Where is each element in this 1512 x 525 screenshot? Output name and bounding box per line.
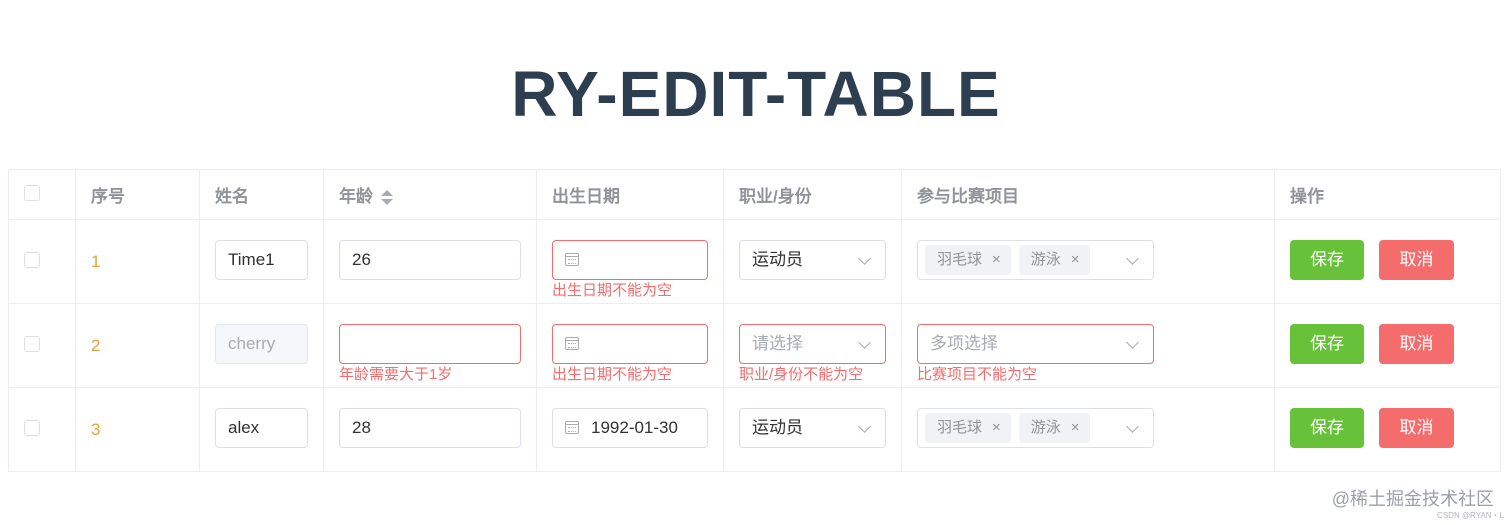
job-select[interactable]: 请选择 bbox=[739, 324, 886, 364]
job-select[interactable]: 运动员 bbox=[739, 240, 886, 280]
save-button[interactable]: 保存 bbox=[1290, 408, 1364, 448]
row-checkbox[interactable] bbox=[24, 420, 40, 436]
header-actions: 操作 bbox=[1274, 169, 1501, 220]
close-icon[interactable]: × bbox=[992, 245, 1001, 275]
watermark: @稀土掘金技术社区 bbox=[1331, 489, 1494, 509]
age-input[interactable] bbox=[339, 324, 521, 364]
sort-ascending-icon[interactable] bbox=[381, 189, 393, 196]
events-multi-select[interactable]: 多项选择 bbox=[917, 324, 1154, 364]
save-button[interactable]: 保存 bbox=[1290, 240, 1364, 280]
watermark-small: CSDN @RYAN・L bbox=[1437, 511, 1504, 520]
select-all-checkbox[interactable] bbox=[24, 185, 40, 201]
page-title: RY-EDIT-TABLE bbox=[511, 58, 1001, 130]
chevron-down-icon bbox=[1126, 252, 1139, 265]
chevron-down-icon bbox=[858, 420, 871, 433]
table-row: 2 cherry 年龄需要大于1岁 出生日期不能为空 请选择 职业/身份不能为空… bbox=[8, 303, 1501, 388]
age-input[interactable]: 26 bbox=[339, 240, 521, 280]
chevron-down-icon bbox=[1126, 336, 1139, 349]
birth-error-message: 出生日期不能为空 bbox=[552, 366, 673, 383]
row-checkbox[interactable] bbox=[24, 252, 40, 268]
events-select-placeholder: 多项选择 bbox=[930, 334, 998, 353]
row-index: 2 bbox=[91, 336, 101, 355]
job-select-placeholder: 请选择 bbox=[752, 334, 803, 353]
table-row: 3 alex 28 1992-01-30 运动员 羽毛球 × 游泳 × 保存 取消 bbox=[8, 387, 1501, 472]
name-input: cherry bbox=[215, 324, 308, 364]
row-checkbox[interactable] bbox=[24, 336, 40, 352]
birth-date-picker[interactable] bbox=[552, 240, 708, 280]
edit-table: 序号 姓名 年龄 出生日期 职业/身份 参与比赛项目 操作 1 Time1 26 bbox=[8, 169, 1501, 472]
cancel-button[interactable]: 取消 bbox=[1379, 240, 1454, 280]
event-tag-label: 游泳 bbox=[1030, 419, 1061, 436]
birth-error-message: 出生日期不能为空 bbox=[552, 282, 673, 299]
job-error-message: 职业/身份不能为空 bbox=[739, 366, 864, 383]
event-tag-label: 羽毛球 bbox=[937, 251, 983, 268]
header-age-label: 年龄 bbox=[339, 187, 373, 206]
page: RY-EDIT-TABLE 序号 姓名 年龄 出生日期 职业/身份 参与比赛项目 bbox=[0, 0, 1512, 525]
sort-icon[interactable] bbox=[381, 189, 393, 206]
event-tag: 游泳 × bbox=[1018, 245, 1090, 275]
events-error-message: 比赛项目不能为空 bbox=[917, 366, 1038, 383]
cancel-button[interactable]: 取消 bbox=[1379, 408, 1454, 448]
header-age[interactable]: 年龄 bbox=[323, 169, 537, 220]
calendar-icon bbox=[565, 336, 579, 350]
age-input[interactable]: 28 bbox=[339, 408, 521, 448]
header-birth: 出生日期 bbox=[536, 169, 724, 220]
header-job: 职业/身份 bbox=[723, 169, 902, 220]
row-index: 3 bbox=[91, 420, 101, 439]
row-index: 1 bbox=[91, 252, 101, 271]
cancel-button[interactable]: 取消 bbox=[1379, 324, 1454, 364]
job-select-value: 运动员 bbox=[752, 418, 803, 437]
job-select-value: 运动员 bbox=[752, 250, 803, 269]
event-tag: 羽毛球 × bbox=[925, 245, 1011, 275]
birth-date-picker[interactable]: 1992-01-30 bbox=[552, 408, 708, 448]
table-header-row: 序号 姓名 年龄 出生日期 职业/身份 参与比赛项目 操作 bbox=[8, 169, 1501, 220]
table-row: 1 Time1 26 出生日期不能为空 运动员 羽毛球 × 游泳 × 保存 取消 bbox=[8, 219, 1501, 304]
birth-date-picker[interactable] bbox=[552, 324, 708, 364]
sort-descending-icon[interactable] bbox=[381, 198, 393, 205]
chevron-down-icon bbox=[1126, 420, 1139, 433]
events-multi-select[interactable]: 羽毛球 × 游泳 × bbox=[917, 240, 1154, 280]
chevron-down-icon bbox=[858, 252, 871, 265]
event-tag: 游泳 × bbox=[1018, 413, 1090, 443]
event-tag-label: 游泳 bbox=[1030, 251, 1061, 268]
header-events: 参与比赛项目 bbox=[901, 169, 1275, 220]
close-icon[interactable]: × bbox=[992, 413, 1001, 443]
calendar-icon bbox=[565, 252, 579, 266]
name-input[interactable]: Time1 bbox=[215, 240, 308, 280]
birth-date-value: 1992-01-30 bbox=[591, 418, 678, 437]
header-select-all bbox=[8, 169, 76, 220]
header-name: 姓名 bbox=[199, 169, 324, 220]
calendar-icon bbox=[565, 420, 579, 434]
header-index: 序号 bbox=[75, 169, 200, 220]
close-icon[interactable]: × bbox=[1071, 413, 1080, 443]
name-input[interactable]: alex bbox=[215, 408, 308, 448]
event-tag: 羽毛球 × bbox=[925, 413, 1011, 443]
chevron-down-icon bbox=[858, 336, 871, 349]
save-button[interactable]: 保存 bbox=[1290, 324, 1364, 364]
event-tag-label: 羽毛球 bbox=[937, 419, 983, 436]
events-multi-select[interactable]: 羽毛球 × 游泳 × bbox=[917, 408, 1154, 448]
close-icon[interactable]: × bbox=[1071, 245, 1080, 275]
age-error-message: 年龄需要大于1岁 bbox=[339, 366, 453, 383]
job-select[interactable]: 运动员 bbox=[739, 408, 886, 448]
